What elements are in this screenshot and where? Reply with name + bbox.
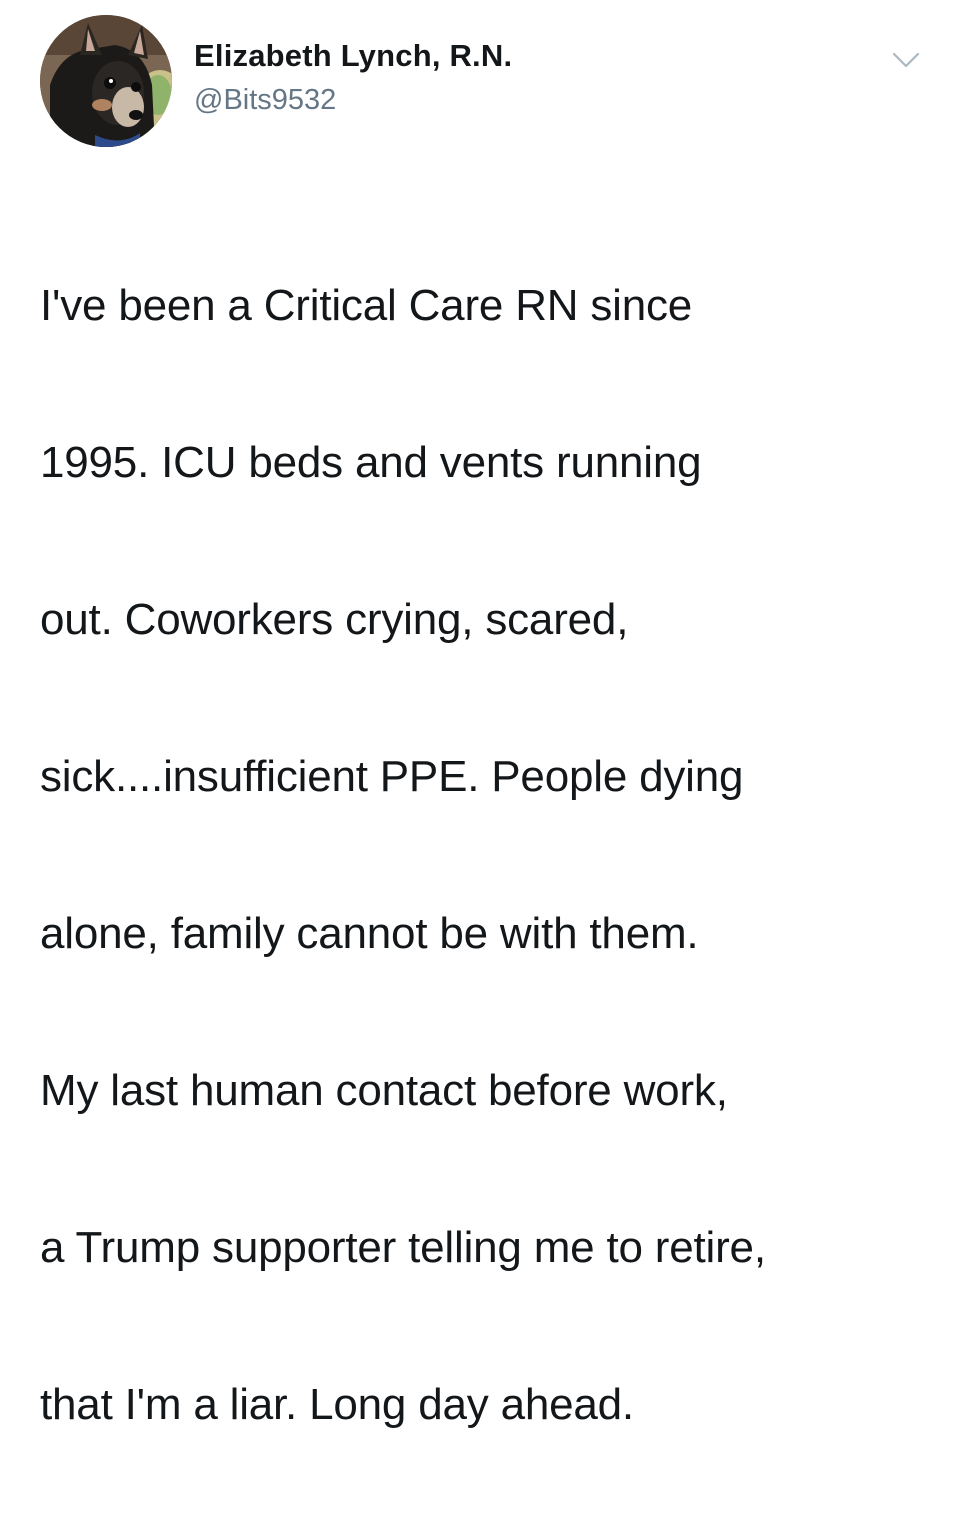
tweet-text-line: out. Coworkers crying, scared, [40,594,629,644]
tweet-card: Elizabeth Lynch, R.N. @Bits9532 I've bee… [0,0,960,1429]
author-handle[interactable]: @Bits9532 [194,84,336,117]
avatar[interactable] [40,15,172,147]
chevron-down-icon[interactable] [890,48,922,72]
tweet-text: I've been a Critical Care RN since 1995.… [40,188,940,1523]
tweet-text-line: that I'm a liar. Long day ahead. [40,1379,634,1429]
tweet-text-line: 1995. ICU beds and vents running [40,437,702,487]
tweet-text-line: sick....insufficient PPE. People dying [40,751,744,801]
author-display-name[interactable]: Elizabeth Lynch, R.N. [194,38,512,74]
tweet-text-line: My last human contact before work, [40,1065,728,1115]
tweet-text-line: alone, family cannot be with them. [40,908,699,958]
dog-photo-avatar [40,15,172,147]
tweet-text-line: a Trump supporter telling me to retire, [40,1222,766,1272]
tweet-text-line: I've been a Critical Care RN since [40,280,693,330]
